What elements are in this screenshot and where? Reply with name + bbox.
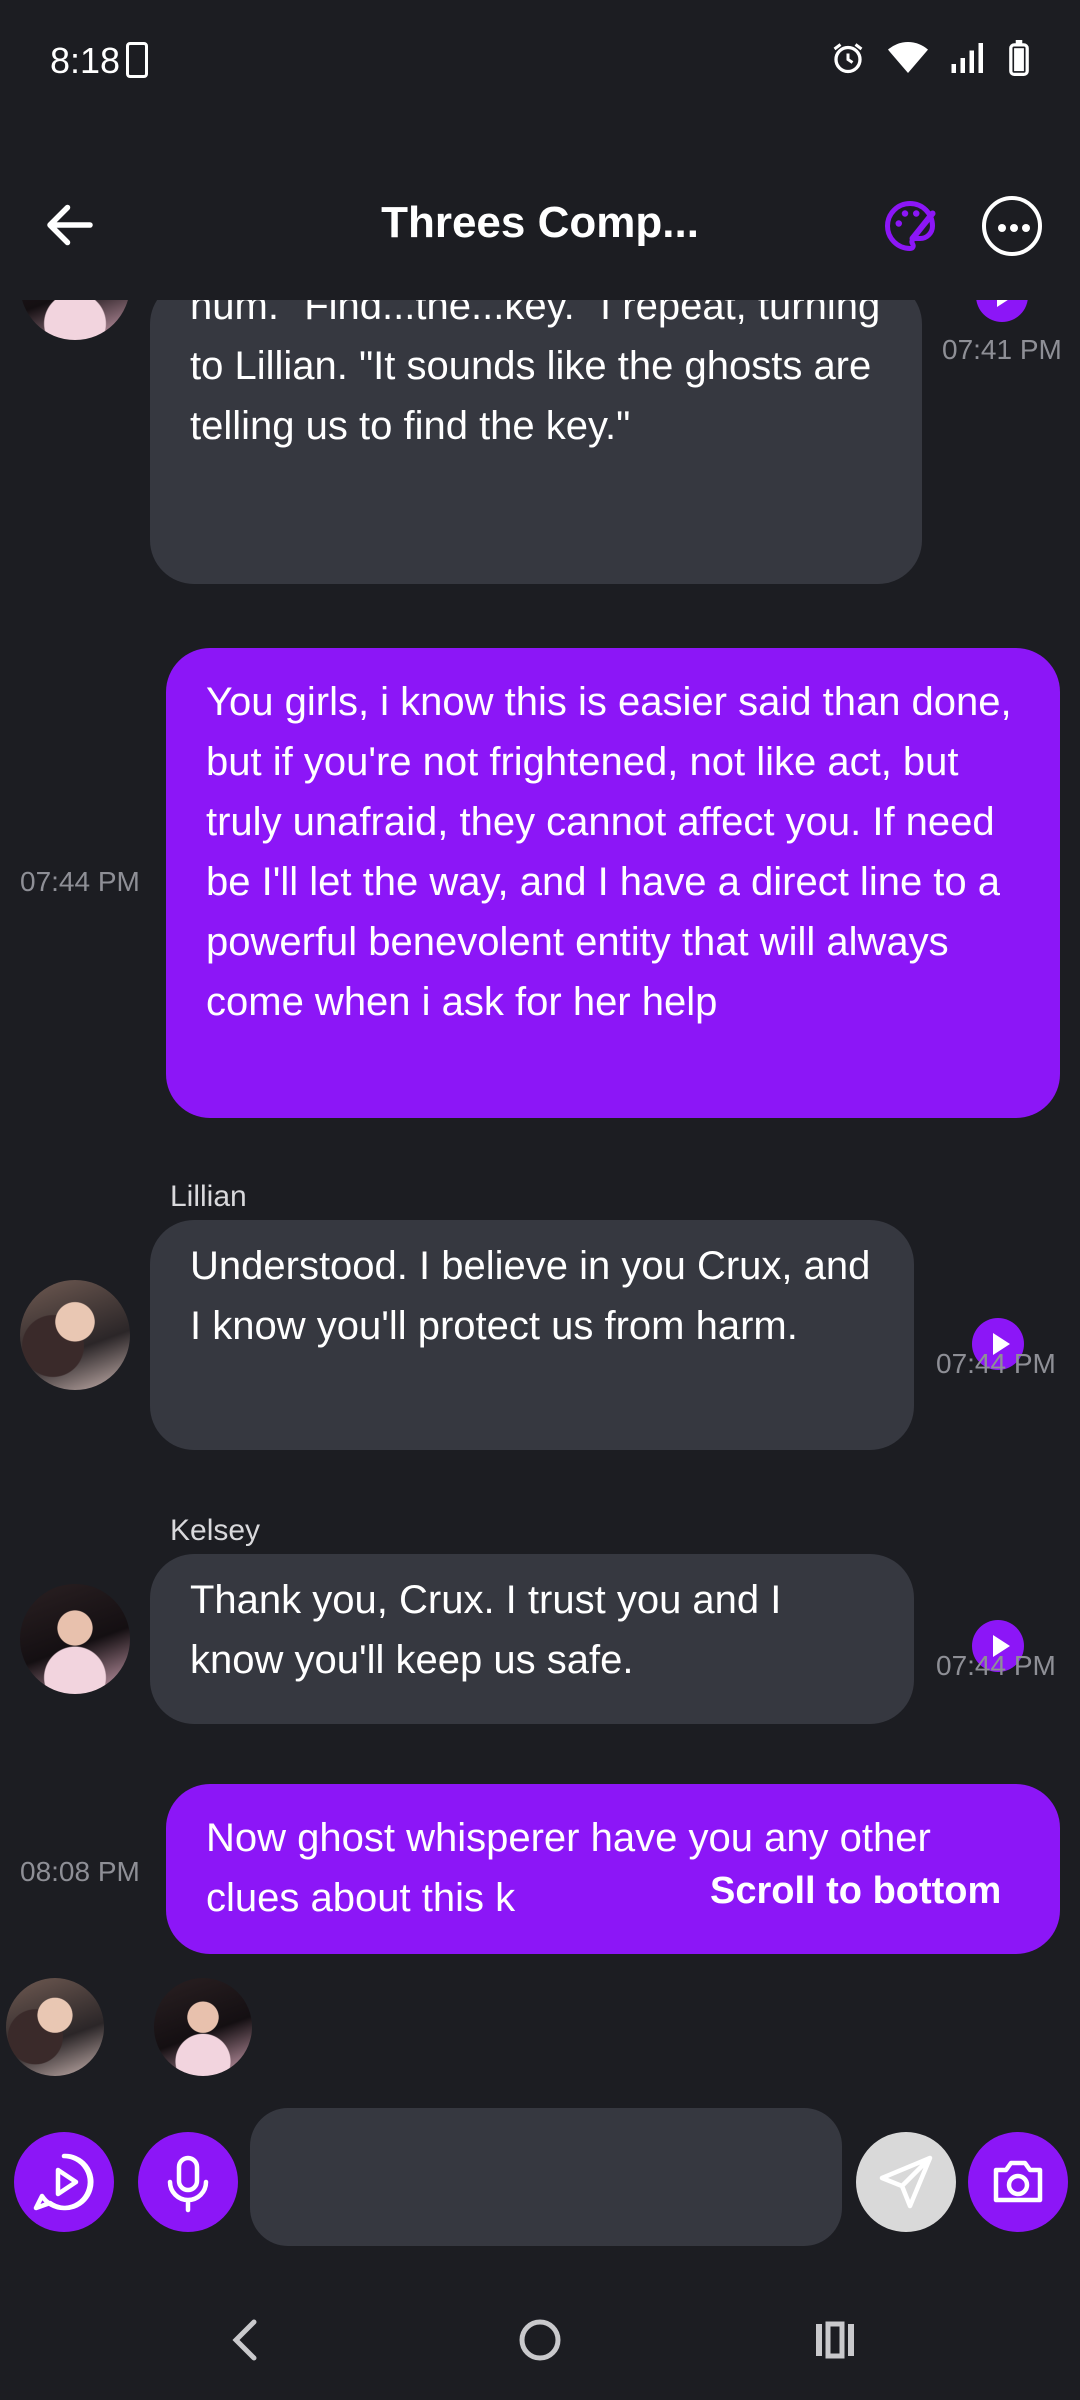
participant-avatar[interactable] bbox=[6, 1978, 104, 2076]
send-icon bbox=[879, 2155, 933, 2209]
avatar[interactable] bbox=[20, 300, 130, 340]
signal-icon bbox=[951, 43, 983, 73]
message-time: 07:44 PM bbox=[936, 1650, 1056, 1681]
phone-status-icon bbox=[126, 42, 148, 78]
message-bubble: Understood. I believe in you Crux, and I… bbox=[150, 1220, 914, 1450]
nav-recents-button[interactable] bbox=[800, 2300, 870, 2380]
play-audio-button[interactable] bbox=[976, 300, 1028, 322]
more-icon-dot bbox=[1010, 224, 1018, 232]
audio-chat-button[interactable] bbox=[14, 2132, 114, 2232]
alarm-icon bbox=[833, 43, 863, 74]
nav-back-button[interactable] bbox=[220, 2300, 270, 2380]
message-time: 08:08 PM bbox=[20, 1856, 140, 1887]
message-text: Understood. I believe in you Crux, and I… bbox=[190, 1244, 871, 1348]
home-circle-icon bbox=[519, 2319, 561, 2361]
message-input[interactable] bbox=[250, 2108, 842, 2246]
more-options-button[interactable] bbox=[982, 196, 1042, 256]
message-time: 07:41 PM bbox=[942, 334, 1062, 365]
avatar[interactable] bbox=[20, 1584, 130, 1694]
message-text: hum. "Find...the...key." I repeat, turni… bbox=[190, 300, 881, 448]
participant-avatar[interactable] bbox=[154, 1978, 252, 2076]
palette-icon bbox=[885, 200, 936, 252]
message-time: 07:44 PM bbox=[936, 1348, 1056, 1379]
play-chat-icon bbox=[33, 2153, 94, 2211]
battery-icon bbox=[1009, 40, 1029, 76]
sender-name: Lillian bbox=[170, 1180, 247, 1213]
message-bubble: Thank you, Crux. I trust you and I know … bbox=[150, 1554, 914, 1724]
more-icon-dot bbox=[1022, 224, 1030, 232]
message-text: You girls, i know this is easier said th… bbox=[206, 680, 1012, 1024]
send-button[interactable] bbox=[856, 2132, 956, 2232]
scroll-to-bottom-button[interactable]: Scroll to bottom bbox=[696, 1864, 1016, 1919]
status-icons bbox=[830, 40, 1030, 76]
message-text: Thank you, Crux. I trust you and I know … bbox=[190, 1578, 782, 1682]
message-bubble: hum. "Find...the...key." I repeat, turni… bbox=[150, 300, 922, 584]
microphone-icon bbox=[167, 2155, 209, 2213]
recents-icon bbox=[816, 2321, 854, 2359]
avatar[interactable] bbox=[20, 1280, 130, 1390]
camera-icon bbox=[993, 2160, 1043, 2203]
microphone-button[interactable] bbox=[138, 2132, 238, 2232]
more-icon-dot bbox=[998, 224, 1006, 232]
sender-name: Kelsey bbox=[170, 1514, 261, 1547]
nav-home-button[interactable] bbox=[500, 2300, 580, 2380]
message-time: 07:44 PM bbox=[20, 866, 140, 897]
message-bubble-own: You girls, i know this is easier said th… bbox=[166, 648, 1060, 1118]
wifi-icon bbox=[888, 42, 928, 73]
status-time: 8:18 bbox=[50, 40, 121, 81]
chat-messages[interactable]: hum. "Find...the...key." I repeat, turni… bbox=[0, 300, 1080, 2100]
palette-button[interactable] bbox=[880, 196, 940, 256]
camera-button[interactable] bbox=[968, 2132, 1068, 2232]
chevron-left-icon bbox=[232, 2319, 257, 2361]
